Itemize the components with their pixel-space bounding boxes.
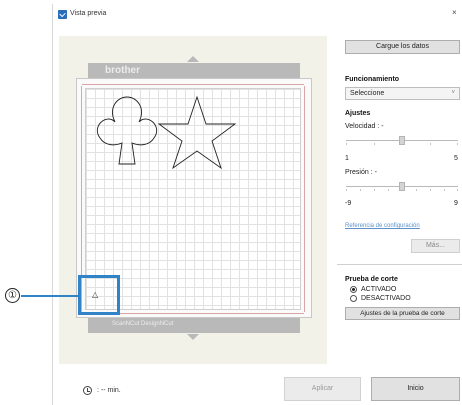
test-cut-on-label: ACTIVADO	[361, 286, 397, 293]
speed-slider-thumb[interactable]	[399, 136, 405, 145]
load-data-button[interactable]: Cargue los datos	[345, 40, 460, 54]
brand-bottom-logo: ScanNCut DesignNCut	[112, 321, 174, 327]
callout-number: ①	[5, 288, 20, 303]
operation-select[interactable]: Seleccione ˅	[345, 87, 460, 100]
clock-icon	[83, 386, 92, 395]
speed-max-label: 5	[454, 155, 458, 162]
panel-divider	[337, 264, 462, 265]
origin-highlight-box	[78, 275, 120, 315]
brand-logo: brother	[105, 65, 140, 76]
speed-slider[interactable]	[346, 136, 458, 145]
apply-button[interactable]: Aplicar	[284, 377, 361, 401]
chevron-down-icon: ˅	[451, 90, 455, 96]
pressure-slider-thumb[interactable]	[399, 182, 405, 191]
start-button[interactable]: Inicio	[371, 377, 460, 401]
close-icon[interactable]: ×	[452, 8, 457, 17]
pressure-max-label: 9	[454, 200, 458, 207]
pressure-min-label: -9	[345, 200, 352, 207]
app-icon	[58, 10, 67, 19]
pressure-slider[interactable]	[346, 182, 458, 191]
test-cut-on-radio[interactable]	[350, 286, 357, 293]
test-cut-off-radio[interactable]	[350, 295, 357, 302]
club-shape	[96, 96, 158, 165]
ruler-top	[82, 84, 304, 87]
more-button[interactable]: Más...	[411, 239, 460, 253]
estimated-time: : -- min.	[97, 387, 121, 394]
test-cut-header: Prueba de corte	[345, 276, 398, 283]
ruler-right	[302, 86, 305, 312]
operation-header: Funcionamiento	[345, 76, 400, 83]
speed-min-label: 1	[345, 155, 349, 162]
config-reference-link[interactable]: Referencia de configuración	[345, 223, 420, 229]
speed-label: Velocidad : -	[345, 123, 384, 130]
scroll-up-arrow-icon[interactable]	[187, 56, 199, 62]
scroll-down-arrow-icon[interactable]	[187, 334, 199, 340]
settings-header: Ajustes	[345, 110, 371, 117]
operation-select-value: Seleccione	[350, 90, 385, 97]
test-cut-settings-button[interactable]: Ajustes de la prueba de corte	[345, 307, 460, 320]
star-shape	[157, 95, 237, 170]
pressure-label: Presión : -	[345, 169, 377, 176]
callout-line	[21, 295, 78, 297]
start-position-triangle-icon: △	[92, 290, 99, 299]
test-cut-off-label: DESACTIVADO	[361, 295, 411, 302]
window-title: Vista previa	[70, 10, 107, 17]
